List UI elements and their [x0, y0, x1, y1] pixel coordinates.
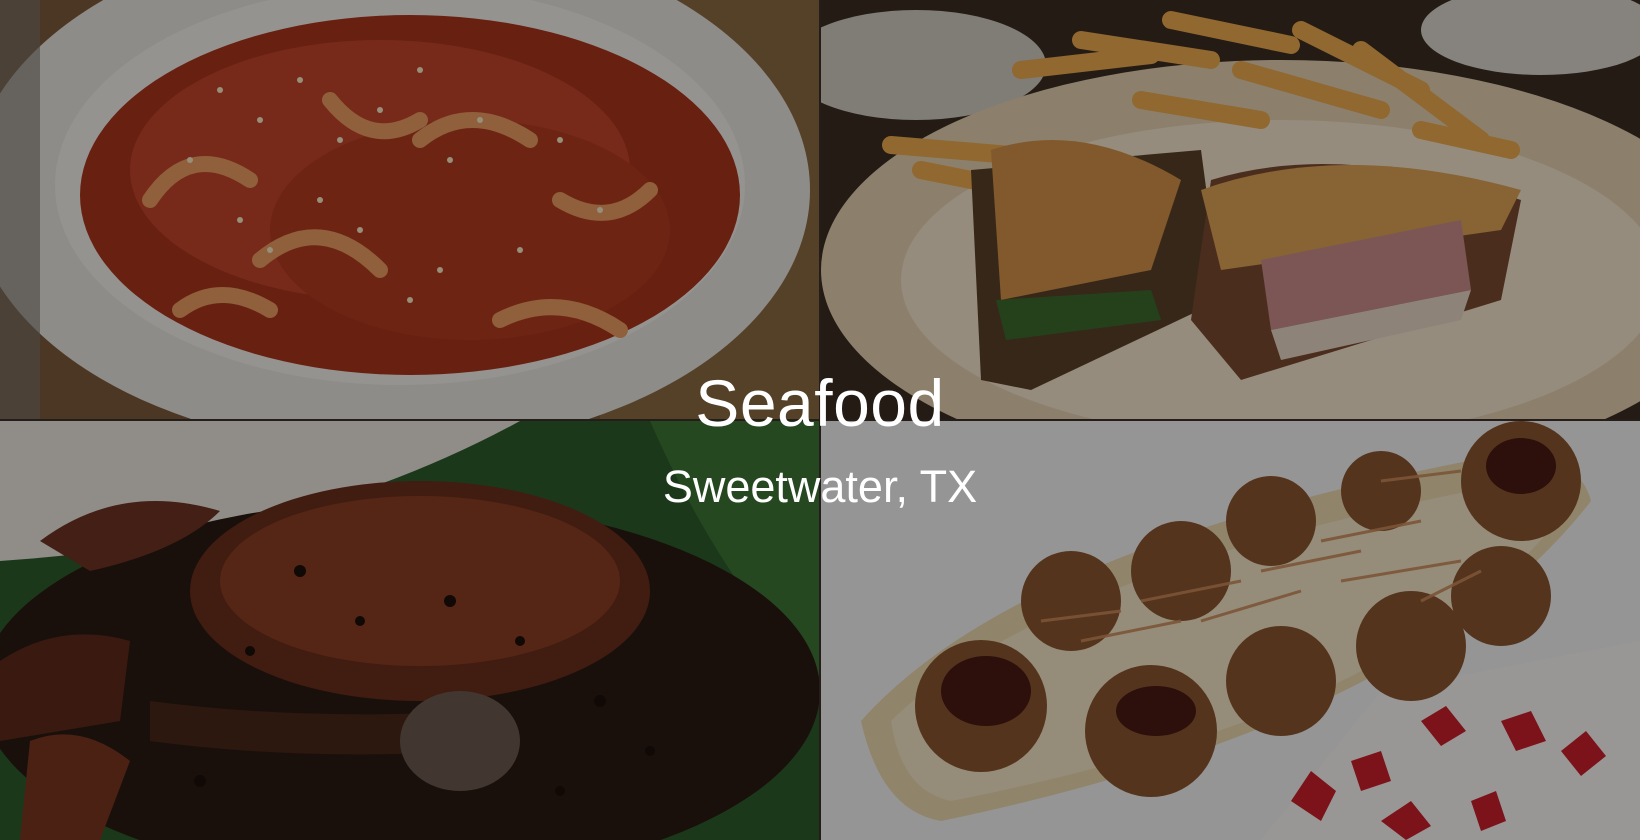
category-title: Seafood: [695, 366, 945, 440]
location-subtitle: Sweetwater, TX: [662, 461, 978, 512]
caption: Seafood Sweetwater, TX: [0, 370, 1640, 509]
photo-collage: Seafood Sweetwater, TX: [0, 0, 1640, 840]
